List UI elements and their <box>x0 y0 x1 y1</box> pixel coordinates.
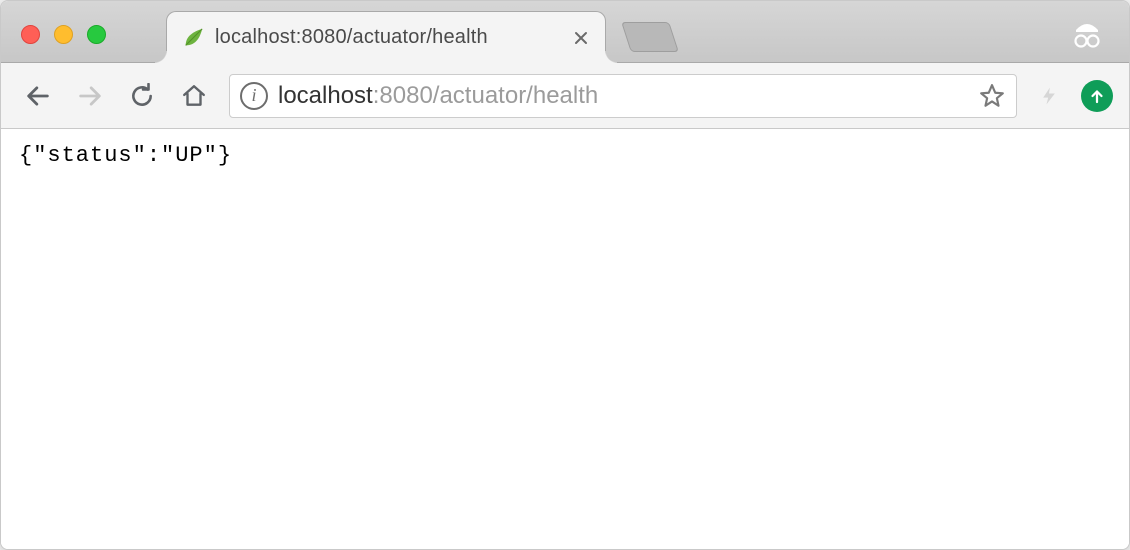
spring-leaf-icon <box>181 26 205 50</box>
bookmark-star-icon[interactable] <box>978 82 1006 110</box>
window-minimize-button[interactable] <box>54 25 73 44</box>
address-bar[interactable]: i localhost:8080/actuator/health <box>229 74 1017 118</box>
forward-button[interactable] <box>73 79 107 113</box>
browser-window: localhost:8080/actuator/health <box>0 0 1130 550</box>
response-body: {"status":"UP"} <box>19 143 1111 168</box>
close-tab-button[interactable] <box>571 28 591 48</box>
toolbar: i localhost:8080/actuator/health <box>1 63 1129 129</box>
back-button[interactable] <box>21 79 55 113</box>
site-info-icon[interactable]: i <box>240 82 268 110</box>
tab-title: localhost:8080/actuator/health <box>215 26 561 49</box>
window-maximize-button[interactable] <box>87 25 106 44</box>
lightning-icon[interactable] <box>1035 82 1063 110</box>
reload-button[interactable] <box>125 79 159 113</box>
browser-tab[interactable]: localhost:8080/actuator/health <box>166 11 606 63</box>
window-close-button[interactable] <box>21 25 40 44</box>
home-button[interactable] <box>177 79 211 113</box>
window-controls <box>21 25 106 44</box>
incognito-icon <box>1069 17 1105 53</box>
new-tab-button[interactable] <box>621 22 679 52</box>
url-text: localhost:8080/actuator/health <box>278 82 968 110</box>
url-path: :8080/actuator/health <box>373 82 599 109</box>
tab-bar: localhost:8080/actuator/health <box>1 1 1129 63</box>
url-host: localhost <box>278 82 373 109</box>
extension-upload-icon[interactable] <box>1081 80 1113 112</box>
page-viewport: {"status":"UP"} <box>1 129 1129 549</box>
